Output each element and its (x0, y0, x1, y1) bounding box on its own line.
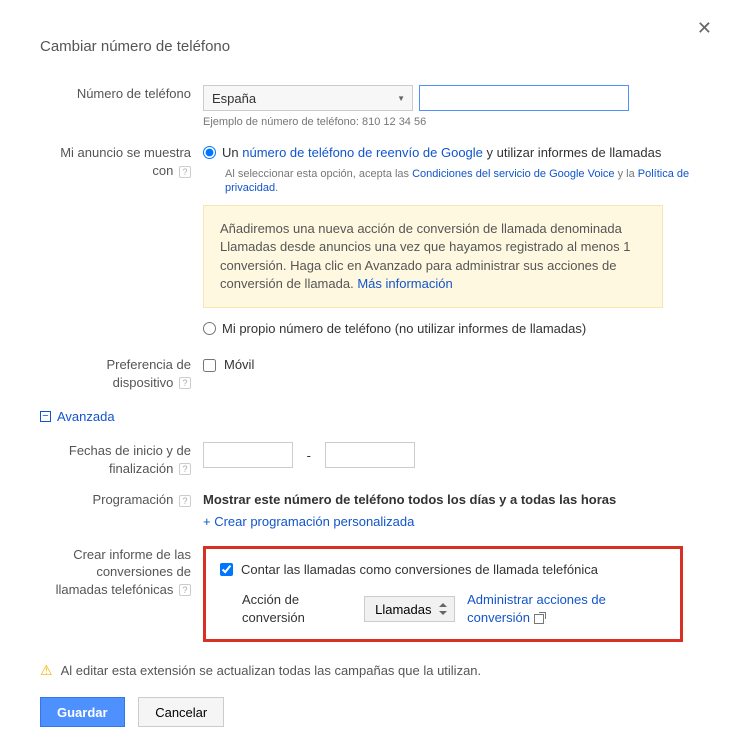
more-info-link[interactable]: Más información (357, 276, 452, 291)
device-label-1: Preferencia de (106, 357, 191, 372)
opt1-prefix: Un (222, 145, 242, 160)
count-calls-label: Contar las llamadas como conversiones de… (241, 561, 598, 579)
dates-label-2: finalización (109, 461, 173, 476)
advanced-label: Avanzada (57, 409, 115, 424)
conversion-action-label: Acción de conversión (242, 591, 354, 627)
phone-label: Número de teléfono (28, 85, 203, 130)
phone-row: Número de teléfono España Ejemplo de núm… (28, 85, 706, 130)
display-with-label-2: con (152, 163, 173, 178)
report-row: Crear informe de las conversiones de lla… (28, 546, 706, 643)
report-label-2: conversiones de (96, 564, 191, 579)
forwarding-link[interactable]: número de teléfono de reenvío de Google (242, 145, 483, 160)
mobile-checkbox[interactable] (203, 359, 216, 372)
schedule-label: Programación (92, 492, 173, 507)
dates-row: Fechas de inicio y de finalización ? - (28, 442, 706, 477)
forwarding-radio[interactable] (203, 146, 216, 159)
opt2-text: Mi propio número de teléfono (no utiliza… (222, 320, 586, 338)
conversion-action-select[interactable]: Llamadas (364, 596, 455, 622)
display-with-row: Mi anuncio se muestra con ? Un número de… (28, 144, 706, 342)
warning-icon: ⚠ (40, 662, 53, 679)
help-icon[interactable]: ? (179, 166, 191, 178)
tos-link[interactable]: Condiciones del servicio de Google Voice (412, 168, 614, 180)
warning-row: ⚠ Al editar esta extensión se actualizan… (40, 662, 706, 679)
highlighted-section: Contar las llamadas como conversiones de… (203, 546, 683, 643)
count-calls-checkbox[interactable] (220, 563, 233, 576)
external-link-icon (534, 614, 544, 624)
help-icon[interactable]: ? (179, 495, 191, 507)
cancel-button[interactable]: Cancelar (138, 697, 224, 727)
save-button[interactable]: Guardar (40, 697, 125, 727)
schedule-row: Programación ? Mostrar este número de te… (28, 491, 706, 531)
start-date-input[interactable] (203, 442, 293, 468)
close-icon[interactable]: ✕ (697, 18, 712, 39)
display-with-label-1: Mi anuncio se muestra (60, 145, 191, 160)
dates-label-1: Fechas de inicio y de (69, 443, 191, 458)
report-label-3: llamadas telefónicas (56, 582, 174, 597)
phone-input[interactable] (419, 85, 629, 111)
report-label-1: Crear informe de las (73, 547, 191, 562)
device-pref-row: Preferencia de dispositivo ? Móvil (28, 356, 706, 391)
date-separator: - (307, 447, 311, 465)
fineprint-end: . (275, 182, 278, 194)
country-select[interactable]: España (203, 85, 413, 111)
mobile-label: Móvil (224, 356, 254, 374)
create-schedule-link[interactable]: + Crear programación personalizada (203, 513, 706, 531)
help-icon[interactable]: ? (179, 584, 191, 596)
collapse-icon: − (40, 411, 51, 422)
advanced-toggle[interactable]: − Avanzada (40, 409, 706, 424)
warning-text: Al editar esta extensión se actualizan t… (61, 663, 482, 678)
end-date-input[interactable] (325, 442, 415, 468)
opt1-suffix: y utilizar informes de llamadas (483, 145, 661, 160)
device-label-2: dispositivo (113, 375, 174, 390)
phone-example: Ejemplo de número de teléfono: 810 12 34… (203, 115, 706, 130)
own-number-radio[interactable] (203, 322, 216, 335)
dialog: ✕ Cambiar número de teléfono Número de t… (0, 0, 734, 747)
schedule-title: Mostrar este número de teléfono todos lo… (203, 492, 616, 507)
info-box: Añadiremos una nueva acción de conversió… (203, 205, 663, 308)
help-icon[interactable]: ? (179, 377, 191, 389)
dialog-title: Cambiar número de teléfono (40, 38, 706, 55)
fineprint-mid: y la (615, 168, 638, 180)
fineprint-prefix: Al seleccionar esta opción, acepta las (225, 168, 412, 180)
button-row: Guardar Cancelar (40, 697, 706, 727)
help-icon[interactable]: ? (179, 463, 191, 475)
